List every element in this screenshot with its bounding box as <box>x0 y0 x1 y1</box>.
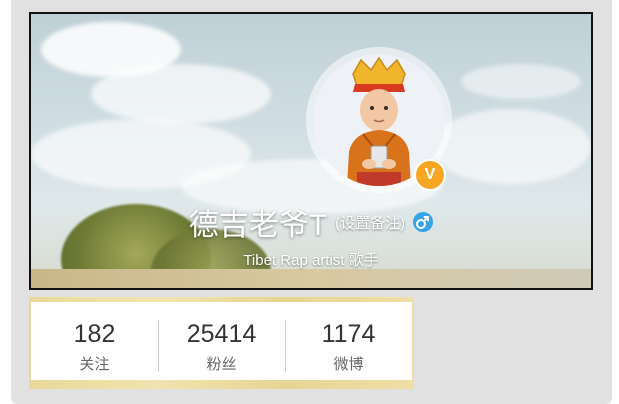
cloud <box>431 109 591 184</box>
stat-count: 1174 <box>321 320 376 348</box>
cloud <box>461 64 581 99</box>
name-line: 德吉老爷T (设置备注) <box>31 200 591 242</box>
stat-posts[interactable]: 1174 微博 <box>285 302 412 380</box>
nickname: 德吉老爷T <box>188 209 328 242</box>
cloud <box>91 64 271 124</box>
verified-mark: V <box>424 166 436 183</box>
stat-following[interactable]: 182 关注 <box>31 302 158 380</box>
profile-cover: V 德吉老爷T (设置备注) Tibet Rap artist 歌手 <box>29 12 593 290</box>
stat-count: 182 <box>73 320 116 348</box>
verified-badge-icon: V <box>414 159 446 191</box>
stat-count: 25414 <box>186 320 257 348</box>
male-gender-icon <box>413 212 434 232</box>
stats-inner: 182 关注 25414 粉丝 1174 微博 <box>31 302 412 380</box>
set-remark-link[interactable]: (设置备注) <box>335 215 405 232</box>
stat-label: 微博 <box>333 356 364 373</box>
stat-followers[interactable]: 25414 粉丝 <box>158 302 285 380</box>
stat-label: 关注 <box>79 356 110 373</box>
stats-panel: 182 关注 25414 粉丝 1174 微博 <box>29 297 414 389</box>
bio: Tibet Rap artist 歌手 <box>243 252 379 269</box>
stat-label: 粉丝 <box>206 356 237 373</box>
ground <box>31 269 591 288</box>
